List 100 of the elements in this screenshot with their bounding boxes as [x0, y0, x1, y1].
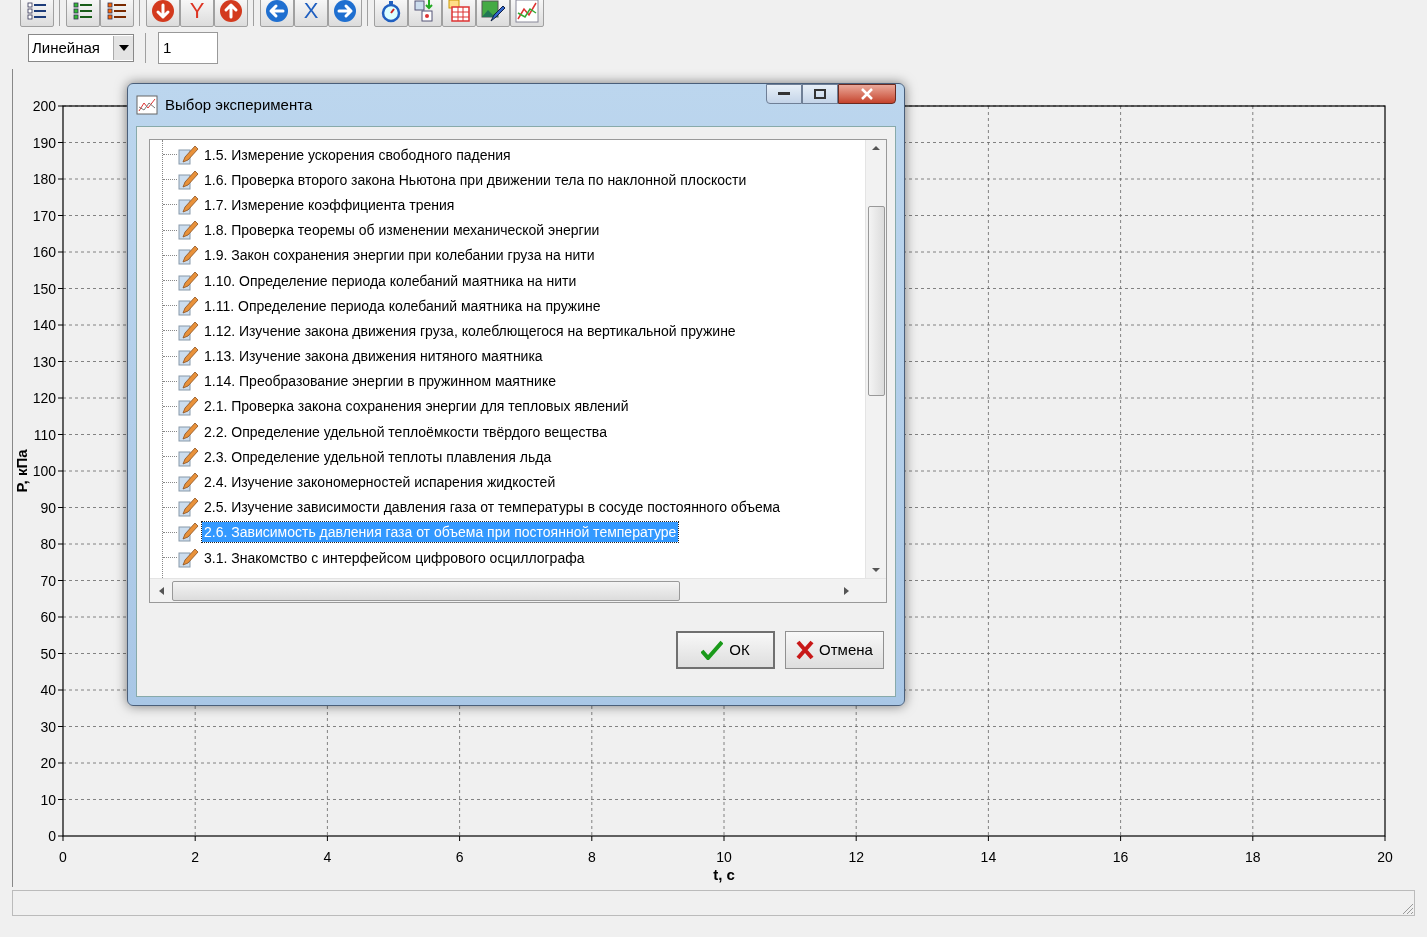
- x-tick-label: 2: [191, 849, 200, 865]
- list-icon: [26, 0, 48, 22]
- y-tick-label: 50: [40, 645, 56, 662]
- pencil-document-icon: [177, 395, 199, 418]
- y-tick-label: 160: [32, 244, 56, 260]
- checklist-button[interactable]: [66, 0, 100, 27]
- image-pencil-icon: [481, 0, 505, 23]
- y-tick-label: 170: [32, 207, 56, 224]
- left-arrow-button[interactable]: [260, 0, 294, 27]
- y-tick-label: 200: [32, 98, 56, 114]
- y-tick-label: 60: [40, 609, 56, 625]
- x-tick-label: 12: [848, 849, 864, 865]
- import-icon: [414, 0, 436, 23]
- y-tick-label: 80: [40, 536, 56, 552]
- tree-item[interactable]: 2.2. Определение удельной теплоёмкости твёрдого вещества: [202, 421, 609, 442]
- table-icon: [447, 0, 471, 23]
- y-tick-label: 130: [32, 353, 56, 370]
- y-tick-label: 20: [40, 755, 56, 771]
- y-tick-label: 90: [40, 499, 56, 516]
- y-tick-label: 140: [32, 317, 56, 333]
- table-button[interactable]: [442, 0, 476, 27]
- close-button[interactable]: [838, 84, 896, 104]
- tree-item[interactable]: 1.13. Изучение закона движения нитяного маятника: [202, 346, 545, 367]
- import-button[interactable]: [408, 0, 442, 27]
- tree-item[interactable]: 2.1. Проверка закона сохранения энергии для тепловых явлений: [202, 396, 631, 417]
- line-chart-icon: [515, 0, 539, 23]
- maximize-icon: [814, 89, 826, 99]
- x-tick-label: 10: [716, 849, 732, 865]
- y-tick-label: 0: [48, 828, 56, 844]
- right-arrow-button[interactable]: [328, 0, 362, 27]
- pencil-document-icon: [177, 244, 199, 267]
- pencil-document-icon: [177, 319, 199, 342]
- x-tick-label: 14: [980, 849, 997, 865]
- pencil-document-icon: [177, 521, 199, 544]
- list-icon: [106, 0, 128, 22]
- highlighted-list-button[interactable]: [100, 0, 134, 27]
- pencil-document-icon: [177, 445, 199, 468]
- tree-item[interactable]: 1.8. Проверка теоремы об изменении механической энергии: [202, 220, 602, 241]
- checkmark-icon: [701, 640, 724, 660]
- y-tick-label: 120: [32, 390, 56, 406]
- dropdown-caret-icon: [118, 45, 129, 51]
- tree-item[interactable]: 1.10. Определение периода колебаний маятника на нити: [202, 270, 579, 291]
- pencil-document-icon: [177, 269, 199, 292]
- chart-button[interactable]: [510, 0, 544, 27]
- y-axis-button[interactable]: Y: [180, 0, 214, 27]
- scroll-right-icon: [844, 586, 850, 595]
- x-tick-label: 8: [587, 849, 596, 865]
- pencil-document-icon: [177, 345, 199, 368]
- scale-dropdown[interactable]: Линейная: [28, 34, 134, 62]
- y-tick-label: 110: [33, 426, 56, 443]
- y-axis-title: P, кПа: [13, 449, 30, 493]
- tree-item[interactable]: 1.5. Измерение ускорения свободного падения: [202, 144, 513, 165]
- maximize-button[interactable]: [802, 84, 838, 104]
- cancel-button[interactable]: Отмена: [785, 631, 884, 669]
- tree-item[interactable]: 1.7. Измерение коэффициента трения: [202, 194, 457, 215]
- pencil-document-icon: [177, 471, 199, 494]
- chart-icon: [136, 95, 158, 115]
- pencil-document-icon: [177, 420, 199, 443]
- minimize-button[interactable]: [766, 84, 802, 104]
- x-axis-title: t, c: [713, 866, 735, 883]
- y-tick-label: 40: [40, 682, 56, 698]
- image-edit-button[interactable]: [476, 0, 510, 27]
- y-tick-label: 190: [32, 134, 56, 151]
- ok-button[interactable]: ОК: [676, 631, 775, 669]
- tree-item[interactable]: 2.5. Изучение зависимости давления газа от температуры в сосуде постоянного объема: [202, 497, 783, 518]
- down-arrow-button[interactable]: [146, 0, 180, 27]
- list-button[interactable]: [20, 0, 54, 27]
- list-icon: [72, 0, 94, 22]
- y-tick-label: 150: [32, 280, 56, 297]
- tree-item[interactable]: 2.3. Определение удельной теплоты плавления льда: [202, 446, 554, 467]
- resize-grip-icon: [1400, 901, 1414, 915]
- tree-item[interactable]: 1.12. Изучение закона движения груза, колеблющегося на вертикальной пружине: [202, 320, 738, 341]
- count-field[interactable]: 1: [158, 32, 218, 64]
- x-tick-label: 4: [323, 849, 332, 865]
- tree-item[interactable]: 1.14. Преобразование энергии в пружинном маятнике: [202, 371, 558, 392]
- x-tick-label: 6: [455, 849, 464, 865]
- stopwatch-button[interactable]: [374, 0, 408, 27]
- y-tick-label: 10: [40, 791, 56, 808]
- x-tick-label: 20: [1377, 849, 1393, 865]
- tree-item[interactable]: 2.4. Изучение закономерностей испарения жидкостей: [202, 472, 558, 493]
- x-axis-button[interactable]: X: [294, 0, 328, 27]
- y-tick-label: 180: [32, 171, 56, 187]
- cross-icon: [796, 640, 815, 660]
- pencil-document-icon: [177, 193, 199, 216]
- pencil-document-icon: [177, 168, 199, 191]
- minimize-icon: [778, 92, 790, 96]
- tree-item[interactable]: 1.9. Закон сохранения энергии при колебании груза на нити: [202, 245, 597, 266]
- up-arrow-button[interactable]: [214, 0, 248, 27]
- close-icon: [860, 88, 874, 100]
- stopwatch-icon: [380, 0, 402, 23]
- x-tick-label: 0: [59, 849, 67, 865]
- x-tick-label: 18: [1245, 849, 1261, 865]
- tree-item[interactable]: 1.6. Проверка второго закона Ньютона при движении тела по наклонной плоскости: [202, 169, 749, 190]
- y-tick-label: 30: [40, 718, 56, 735]
- x-tick-label: 16: [1112, 849, 1129, 865]
- pencil-document-icon: [177, 294, 199, 317]
- pencil-document-icon: [177, 219, 199, 242]
- tree-item[interactable]: 1.11. Определение периода колебаний маятника на пружине: [202, 295, 603, 316]
- y-tick-label: 100: [32, 463, 56, 479]
- tree-item[interactable]: 3.1. Знакомство с интерфейсом цифрового осциллографа: [202, 547, 587, 568]
